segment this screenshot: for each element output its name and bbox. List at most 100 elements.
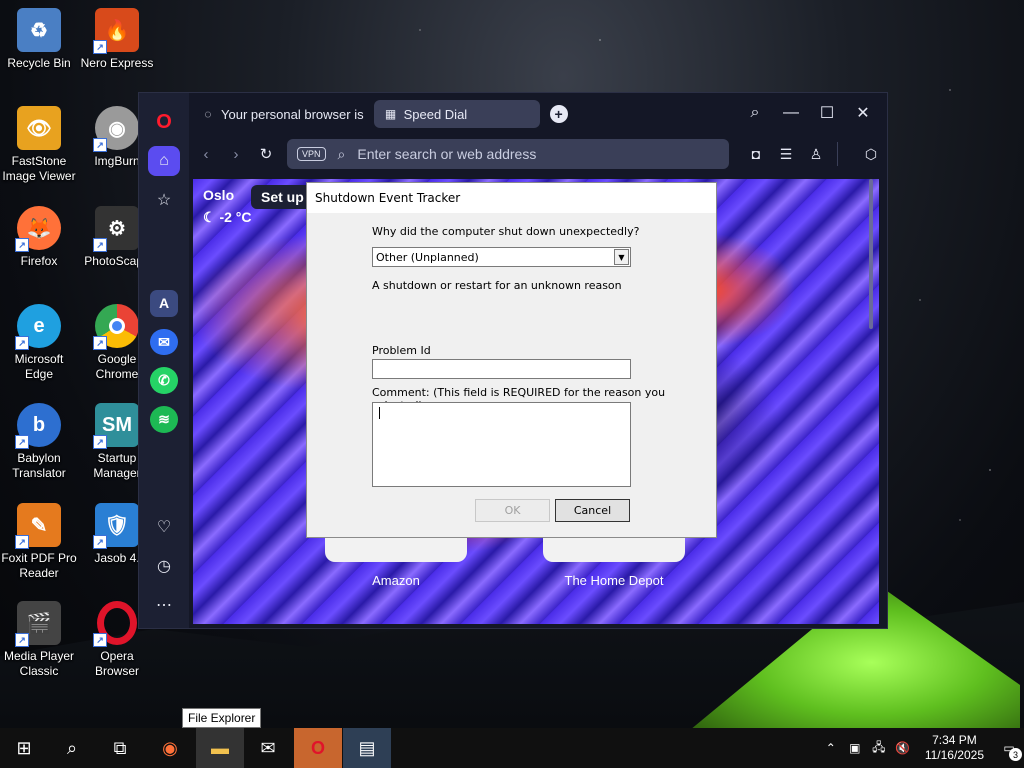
desktop-icon-foxit[interactable]: ✎ ↗ Foxit PDF Pro Reader — [0, 503, 78, 581]
text-caret — [379, 407, 380, 419]
opera-menu-icon[interactable]: O — [148, 107, 180, 138]
chevron-up-icon[interactable]: ⌃ — [819, 741, 843, 755]
system-tray: ⌃ ▣ 🖧 🔇 7:34 PM 11/16/2025 ▭ 3 — [819, 728, 1024, 768]
desktop-icon-label: Foxit PDF Pro Reader — [1, 551, 77, 580]
desktop-icon-recycle-bin[interactable]: ♻ Recycle Bin — [0, 8, 78, 71]
aria-icon[interactable]: A — [150, 289, 178, 317]
desktop-icon-label: FastStone Image Viewer — [2, 154, 76, 183]
speed-dial-label-amazon[interactable]: Amazon — [311, 573, 481, 588]
new-tab-button[interactable]: + — [549, 105, 568, 123]
selected-reason: Other (Unplanned) — [376, 251, 479, 264]
desktop-icon-faststone[interactable]: 👁 FastStone Image Viewer — [0, 106, 78, 184]
desktop-icon-firefox[interactable]: 🦊 ↗ Firefox — [0, 206, 78, 269]
shutdown-event-tracker-dialog: Shutdown Event Tracker Why did the compu… — [306, 182, 717, 538]
comment-textarea[interactable] — [372, 402, 631, 487]
notifications-icon[interactable]: ▭ 3 — [994, 733, 1024, 763]
imgburn-icon: ◉ ↗ — [93, 106, 139, 152]
extensions-cube-icon[interactable]: ⬡ — [856, 146, 886, 163]
edge-icon: e ↗ — [15, 304, 61, 350]
taskbar-shutdown-tracker-icon[interactable]: ▤ — [343, 728, 391, 768]
media-player-classic-icon: 🎬 ↗ — [15, 601, 61, 647]
page-scrollbar[interactable] — [869, 179, 873, 329]
divider — [837, 142, 838, 166]
back-icon[interactable]: ‹ — [191, 146, 221, 163]
desktop-icon-media-player-classic[interactable]: 🎬 ↗ Media Player Classic — [0, 601, 78, 679]
chevron-down-icon[interactable]: ▼ — [614, 249, 629, 265]
clock-date: 11/16/2025 — [924, 748, 984, 762]
startup-manager-icon: SM ↗ — [93, 403, 139, 449]
search-icon: ⌕ — [337, 145, 346, 162]
desktop-icon-label: Microsoft Edge — [14, 352, 64, 381]
network-icon[interactable]: 🖧 — [867, 738, 891, 759]
meet-now-icon[interactable]: ▣ — [843, 741, 867, 755]
spotify-icon[interactable]: ≋ — [150, 406, 178, 434]
window-controls: ⌕ — ☐ ✕ — [737, 99, 881, 127]
history-clock-icon[interactable]: ◷ — [148, 551, 180, 582]
shutdown-reason-select[interactable]: Other (Unplanned) ▼ — [372, 247, 631, 267]
speed-dial-grid-icon: ▦ — [384, 107, 397, 121]
start-windows-icon[interactable]: ⊞ — [0, 728, 48, 768]
profile-icon[interactable]: ♙ — [801, 146, 831, 163]
weather-temp: -2 °C — [219, 209, 252, 225]
reload-icon[interactable]: ↻ — [251, 145, 281, 163]
extensions-tools: ⬡ — [856, 146, 886, 163]
desktop-icon-label: Opera Browser — [94, 649, 139, 678]
clock[interactable]: 7:34 PM 11/16/2025 — [925, 733, 984, 763]
forward-icon[interactable]: › — [221, 146, 251, 163]
easy-setup-icon[interactable]: ☰ — [771, 146, 801, 163]
address-input[interactable]: VPN ⌕ Enter search or web address — [287, 139, 729, 169]
close-button[interactable]: ✕ — [845, 99, 881, 127]
problem-id-input[interactable] — [372, 359, 631, 379]
minimize-button[interactable]: — — [773, 99, 809, 127]
desktop-icon-babylon[interactable]: b ↗ Babylon Translator — [0, 403, 78, 481]
weather-city: Oslo — [203, 187, 235, 203]
home-icon[interactable]: ⌂ — [148, 145, 180, 177]
messenger-icon[interactable]: ✉ — [150, 328, 178, 356]
desktop-icon-edge[interactable]: e ↗ Microsoft Edge — [0, 304, 78, 382]
camera-icon[interactable]: ◘ — [741, 146, 771, 163]
task-view-icon[interactable]: ⧉ — [96, 728, 144, 768]
babylon-icon: b ↗ — [15, 403, 61, 449]
whatsapp-icon[interactable]: ✆ — [150, 367, 178, 395]
maximize-button[interactable]: ☐ — [809, 99, 845, 127]
weather-widget[interactable]: Oslo ☾ -2 °C — [203, 187, 252, 226]
taskbar-file-explorer-icon[interactable]: ▬ — [196, 728, 244, 768]
browser-sidebar: O ⌂ ☆ A ✉ ✆ ≋ ♡ ◷ ⋯ — [139, 93, 189, 628]
ok-button[interactable]: OK — [475, 499, 550, 522]
tab-personal-browser[interactable]: ◌ Your personal browser is — [191, 100, 374, 128]
tab-label: Speed Dial — [403, 106, 468, 122]
desktop-icon-label: Babylon Translator — [12, 451, 66, 480]
search-tabs-icon[interactable]: ⌕ — [737, 99, 773, 127]
heart-icon[interactable]: ♡ — [148, 512, 180, 543]
moon-icon: ☾ — [203, 209, 216, 225]
bookmarks-star-icon[interactable]: ☆ — [148, 184, 180, 215]
taskbar-opera-icon[interactable]: O — [294, 728, 342, 768]
cancel-button[interactable]: Cancel — [555, 499, 630, 522]
opera-icon: ↗ — [93, 601, 139, 647]
taskbar-mail-icon[interactable]: ✉ — [244, 728, 292, 768]
reason-description: A shutdown or restart for an unknown rea… — [372, 279, 622, 292]
vpn-badge[interactable]: VPN — [297, 147, 326, 161]
tab-label: Your personal browser is — [221, 106, 364, 122]
firefox-icon: 🦊 ↗ — [15, 206, 61, 252]
nero-express-icon: 🔥 ↗ — [93, 8, 139, 54]
setup-chip[interactable]: Set up — [251, 185, 314, 209]
notification-count: 3 — [1009, 748, 1022, 761]
taskbar: ⊞ ⌕ ⧉ ◉ ▬ ✉ O ▤ ⌃ ▣ 🖧 🔇 7:34 PM 11/16/20… — [0, 728, 1024, 768]
address-bar-row: ‹ › ↻ VPN ⌕ Enter search or web address … — [191, 137, 887, 171]
taskbar-firefox-icon[interactable]: ◉ — [146, 728, 194, 768]
shutdown-question: Why did the computer shut down unexpecte… — [372, 225, 640, 238]
problem-id-label: Problem Id — [372, 344, 431, 357]
desktop-icon-nero-express[interactable]: 🔥 ↗ Nero Express — [78, 8, 156, 71]
desktop-icon-label: Nero Express — [80, 56, 154, 70]
address-placeholder: Enter search or web address — [357, 146, 537, 162]
more-icon[interactable]: ⋯ — [148, 589, 180, 620]
volume-muted-icon[interactable]: 🔇 — [891, 741, 915, 755]
weather-temp-row: ☾ -2 °C — [203, 209, 252, 226]
loading-spinner-icon: ◌ — [204, 107, 212, 121]
dialog-title: Shutdown Event Tracker — [307, 183, 716, 213]
tab-speed-dial[interactable]: ▦ Speed Dial — [373, 100, 540, 128]
speed-dial-label-home-depot[interactable]: The Home Depot — [529, 573, 699, 588]
search-icon[interactable]: ⌕ — [48, 728, 96, 768]
address-tools: ◘ ☰ ♙ — [741, 146, 831, 163]
